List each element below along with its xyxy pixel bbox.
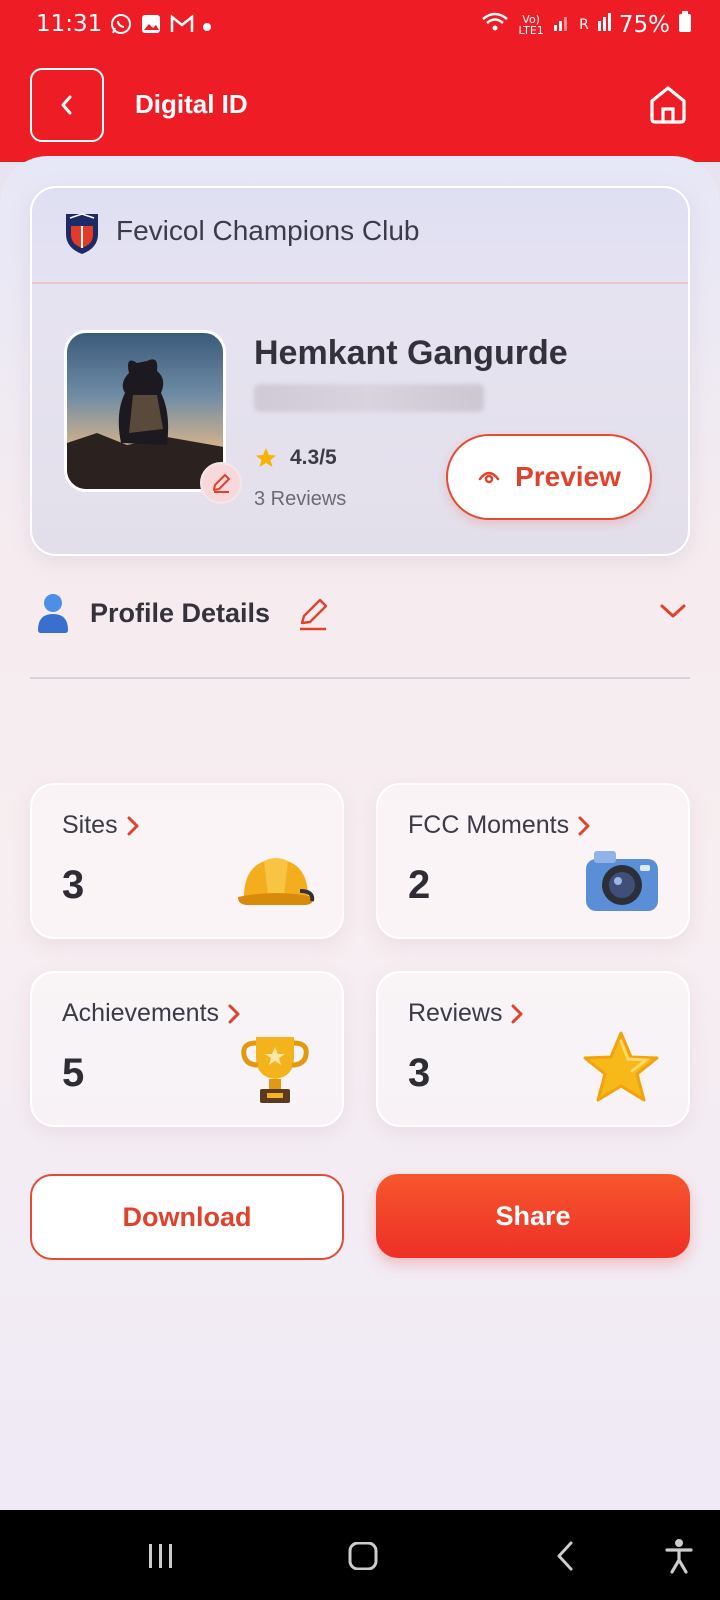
roaming-label: R — [579, 17, 589, 33]
tile-value: 3 — [62, 863, 85, 907]
profile-details-title: Profile Details — [90, 598, 271, 628]
chevron-right-icon — [228, 1004, 240, 1023]
wifi-icon — [481, 11, 509, 39]
card-header: Fevicol Champions Club — [32, 188, 688, 284]
member-name: Hemkant Gangurde — [254, 334, 568, 372]
battery-percent: 75% — [618, 12, 670, 38]
network-type: Vo) LTE1 — [518, 13, 544, 37]
chevron-right-icon — [578, 816, 590, 835]
page-title: Digital ID — [135, 89, 248, 119]
app-bar: Digital ID — [0, 52, 720, 162]
chevron-left-icon — [61, 95, 72, 115]
preview-label: Preview — [515, 461, 621, 492]
eye-icon — [478, 471, 500, 484]
star-icon — [583, 1031, 659, 1102]
tile-label: FCC Moments — [408, 811, 570, 839]
tile-achievements[interactable]: Achievements 5 — [30, 971, 344, 1127]
share-button[interactable]: Share — [376, 1174, 690, 1258]
reviews-count: 3 Reviews — [254, 488, 347, 510]
hard-hat-icon — [238, 858, 315, 905]
tile-value: 3 — [408, 1051, 431, 1095]
preview-button[interactable]: Preview — [446, 434, 652, 520]
chevron-right-icon — [127, 816, 139, 835]
nav-home-icon[interactable] — [348, 1542, 378, 1570]
rating-value: 4.3/5 — [290, 446, 337, 469]
trophy-icon — [241, 1037, 309, 1103]
chevron-down-icon[interactable] — [658, 600, 688, 622]
tile-value: 5 — [62, 1051, 85, 1095]
avatar[interactable] — [64, 330, 226, 492]
edit-profile-icon[interactable] — [296, 596, 330, 632]
tile-sites[interactable]: Sites 3 — [30, 783, 344, 939]
back-button[interactable] — [30, 68, 104, 142]
home-icon — [650, 86, 686, 124]
edit-avatar-button[interactable] — [200, 462, 242, 504]
whatsapp-icon — [110, 13, 132, 39]
profile-details-row[interactable]: Profile Details — [30, 586, 690, 646]
signal-icon — [553, 12, 571, 38]
battery-icon — [678, 11, 692, 39]
download-button[interactable]: Download — [30, 1174, 344, 1260]
tile-reviews[interactable]: Reviews 3 — [376, 971, 690, 1127]
camera-icon — [586, 851, 658, 911]
divider — [30, 677, 690, 679]
content-area: Fevicol Champions Club Hemkant Gangurde … — [0, 156, 720, 1510]
home-button[interactable] — [646, 82, 690, 126]
tile-label: Achievements — [62, 999, 220, 1027]
person-icon — [38, 594, 68, 633]
digital-id-card: Fevicol Champions Club Hemkant Gangurde … — [30, 186, 690, 556]
gmail-icon — [170, 14, 194, 38]
recents-icon[interactable] — [146, 1542, 176, 1570]
gallery-icon — [140, 13, 162, 39]
nav-back-icon[interactable] — [554, 1540, 576, 1572]
notification-dot-icon — [202, 17, 212, 36]
tile-fcc-moments[interactable]: FCC Moments 2 — [376, 783, 690, 939]
club-logo-icon — [66, 213, 98, 254]
accessibility-icon[interactable] — [664, 1538, 694, 1574]
club-name: Fevicol Champions Club — [116, 215, 420, 246]
tile-label: Sites — [62, 811, 118, 839]
status-bar: 11:31 Vo) LTE1 R 75% — [0, 0, 720, 52]
tile-label: Reviews — [408, 999, 503, 1027]
system-nav-bar — [0, 1510, 720, 1600]
avatar-image — [67, 359, 223, 489]
tile-value: 2 — [408, 863, 431, 907]
pencil-icon — [213, 474, 230, 493]
chevron-right-icon — [511, 1004, 523, 1023]
status-time: 11:31 — [36, 11, 103, 37]
blurred-member-id — [254, 384, 484, 412]
star-icon — [256, 448, 276, 467]
signal-icon-2 — [597, 12, 611, 38]
